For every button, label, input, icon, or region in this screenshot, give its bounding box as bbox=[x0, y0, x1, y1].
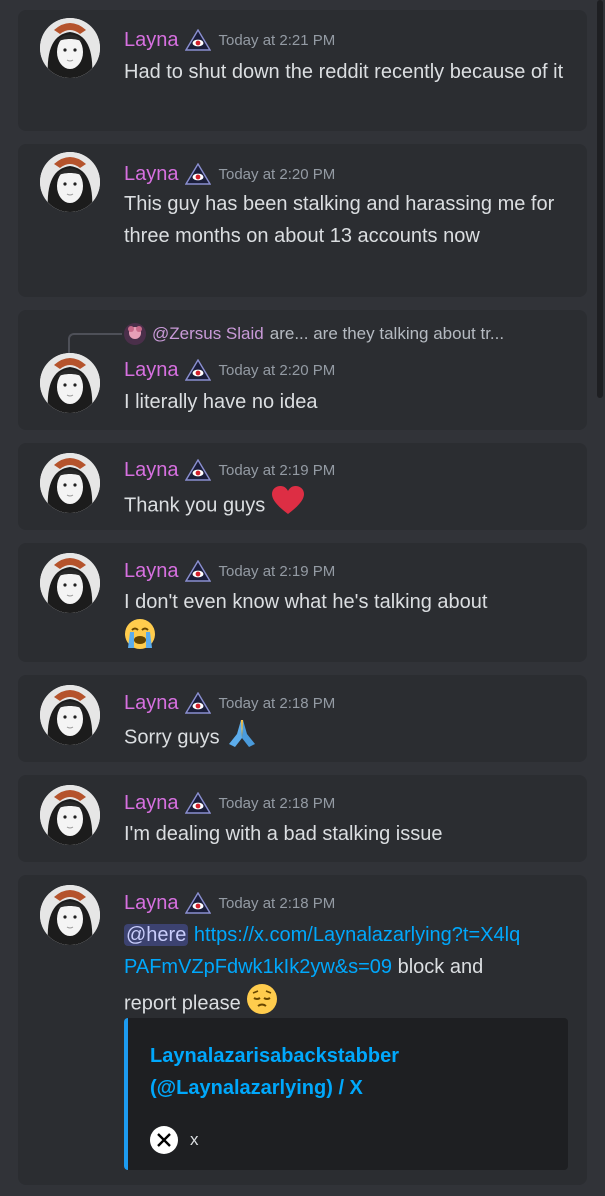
message-text: Had to shut down the reddit recently bec… bbox=[124, 61, 564, 83]
username[interactable]: Layna bbox=[124, 892, 179, 915]
message-card: Layna Today at 2:18 PM Sorry guys bbox=[18, 675, 587, 762]
avatar[interactable] bbox=[40, 18, 100, 78]
scrollbar[interactable] bbox=[597, 0, 603, 398]
eye-triangle-badge-icon[interactable] bbox=[184, 459, 211, 481]
avatar[interactable] bbox=[40, 685, 100, 745]
message-text: This guy has been stalking and harassing… bbox=[124, 193, 555, 247]
red-heart-icon[interactable] bbox=[271, 486, 305, 526]
username[interactable]: Layna bbox=[124, 163, 179, 186]
eye-triangle-badge-icon[interactable] bbox=[184, 560, 211, 582]
username[interactable]: Layna bbox=[124, 359, 179, 382]
message-header: Layna Today at 2:20 PM bbox=[124, 358, 335, 382]
avatar[interactable] bbox=[40, 152, 100, 212]
username[interactable]: Layna bbox=[124, 560, 179, 583]
message-text-row: @here https://x.com/Laynalazarlying?t=X4… bbox=[124, 919, 524, 1025]
username[interactable]: Layna bbox=[124, 29, 179, 52]
avatar[interactable] bbox=[40, 553, 100, 613]
eye-triangle-badge-icon[interactable] bbox=[184, 163, 211, 185]
username[interactable]: Layna bbox=[124, 459, 179, 482]
message-text-row: I don't even know what he's talking abou… bbox=[124, 586, 564, 660]
avatar[interactable] bbox=[40, 353, 100, 413]
folded-hands-icon[interactable] bbox=[225, 718, 259, 758]
message-header: Layna Today at 2:21 PM bbox=[124, 28, 335, 52]
message-text: I literally have no idea bbox=[124, 391, 318, 413]
reply-text[interactable]: are... are they talking about tr... bbox=[270, 324, 504, 344]
message-header: Layna Today at 2:18 PM bbox=[124, 791, 335, 815]
message-text: Sorry guys bbox=[124, 726, 220, 749]
timestamp[interactable]: Today at 2:20 PM bbox=[219, 362, 336, 379]
embed-provider: x bbox=[190, 1130, 199, 1149]
eye-triangle-badge-icon[interactable] bbox=[184, 29, 211, 51]
avatar[interactable] bbox=[40, 785, 100, 845]
embed-title[interactable]: Laynalazarisabackstabber (@Laynalazarlyi… bbox=[150, 1040, 550, 1104]
timestamp[interactable]: Today at 2:18 PM bbox=[219, 695, 336, 712]
eye-triangle-badge-icon[interactable] bbox=[184, 792, 211, 814]
x-logo-icon bbox=[150, 1126, 178, 1154]
message-card: Layna Today at 2:18 PM I'm dealing with … bbox=[18, 775, 587, 862]
avatar[interactable] bbox=[40, 453, 100, 513]
message-text-row: Thank you guys bbox=[124, 486, 564, 526]
eye-triangle-badge-icon[interactable] bbox=[184, 359, 211, 381]
timestamp[interactable]: Today at 2:21 PM bbox=[219, 32, 336, 49]
message-header: Layna Today at 2:19 PM bbox=[124, 458, 335, 482]
message-card: Layna Today at 2:21 PM Had to shut down … bbox=[18, 10, 587, 131]
here-mention[interactable]: @here bbox=[124, 924, 189, 946]
reply-avatar[interactable] bbox=[124, 323, 146, 345]
timestamp[interactable]: Today at 2:19 PM bbox=[219, 462, 336, 479]
embed-footer: x bbox=[150, 1126, 199, 1154]
eye-triangle-badge-icon[interactable] bbox=[184, 892, 211, 914]
message-text: I'm dealing with a bad stalking issue bbox=[124, 823, 443, 845]
eye-triangle-badge-icon[interactable] bbox=[184, 692, 211, 714]
loudly-crying-face-icon[interactable] bbox=[124, 618, 156, 660]
reply-username[interactable]: @Zersus Slaid bbox=[152, 324, 264, 344]
timestamp[interactable]: Today at 2:20 PM bbox=[219, 166, 336, 183]
message-card: Layna Today at 2:18 PM @here https://x.c… bbox=[18, 875, 587, 1185]
timestamp[interactable]: Today at 2:18 PM bbox=[219, 895, 336, 912]
message-header: Layna Today at 2:20 PM bbox=[124, 162, 335, 186]
username[interactable]: Layna bbox=[124, 692, 179, 715]
message-header: Layna Today at 2:18 PM bbox=[124, 691, 335, 715]
reply-preview[interactable]: @Zersus Slaid are... are they talking ab… bbox=[124, 322, 504, 346]
message-card: Layna Today at 2:19 PM I don't even know… bbox=[18, 543, 587, 662]
link-embed: Laynalazarisabackstabber (@Laynalazarlyi… bbox=[124, 1018, 568, 1170]
message-text-row: Sorry guys bbox=[124, 718, 564, 758]
message-header: Layna Today at 2:19 PM bbox=[124, 559, 335, 583]
message-text: Thank you guys bbox=[124, 494, 266, 517]
message-text: I don't even know what he's talking abou… bbox=[124, 591, 488, 613]
message-card: @Zersus Slaid are... are they talking ab… bbox=[18, 310, 587, 430]
message-header: Layna Today at 2:18 PM bbox=[124, 891, 335, 915]
username[interactable]: Layna bbox=[124, 792, 179, 815]
timestamp[interactable]: Today at 2:18 PM bbox=[219, 795, 336, 812]
message-card: Layna Today at 2:19 PM Thank you guys bbox=[18, 443, 587, 530]
avatar[interactable] bbox=[40, 885, 100, 945]
message-card: Layna Today at 2:20 PM This guy has been… bbox=[18, 144, 587, 297]
timestamp[interactable]: Today at 2:19 PM bbox=[219, 563, 336, 580]
